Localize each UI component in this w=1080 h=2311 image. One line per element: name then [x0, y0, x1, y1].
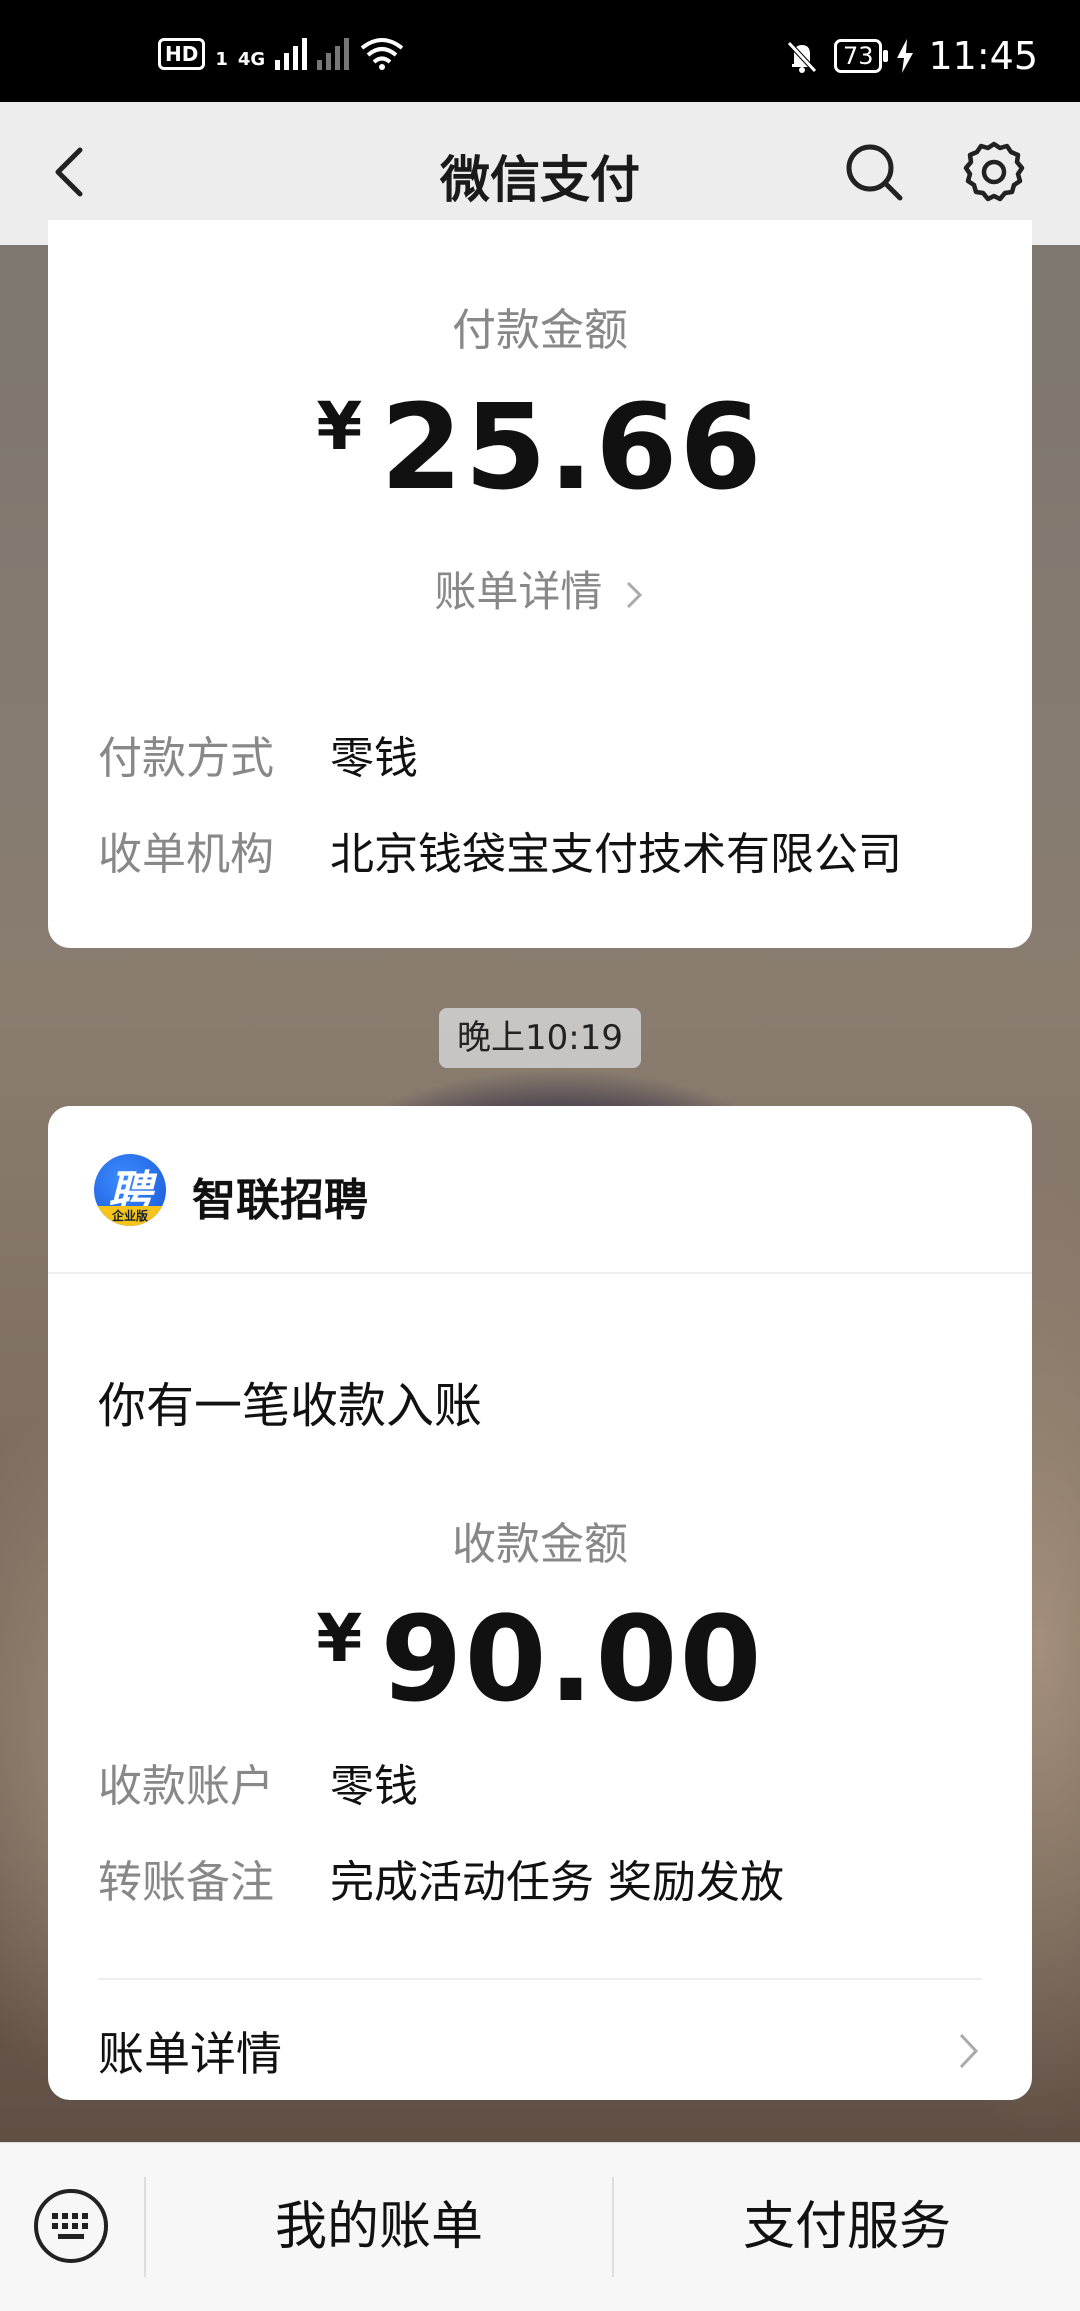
message-timestamp: 晚上10:19 — [439, 1008, 641, 1068]
settings-button[interactable] — [960, 138, 1028, 206]
wifi-icon — [360, 38, 404, 70]
payment-services-button[interactable]: 支付服务 — [614, 2143, 1080, 2311]
transfer-note-value: 完成活动任务 奖励发放 — [330, 1857, 784, 1908]
currency-symbol: ¥ — [316, 1600, 363, 1677]
currency-symbol: ¥ — [316, 388, 363, 465]
status-left: HD 1 4G — [158, 36, 405, 70]
app-name: 智联招聘 — [192, 1175, 368, 1226]
bill-detail-label: 账单详情 — [98, 2027, 282, 2081]
page-title: 微信支付 — [440, 151, 640, 209]
transfer-note-key: 转账备注 — [98, 1857, 274, 1908]
my-bills-button[interactable]: 我的账单 — [146, 2143, 612, 2311]
acquirer-key: 收单机构 — [98, 829, 274, 880]
logo-band: 企业版 — [94, 1206, 166, 1226]
income-amount: ¥90.00 — [48, 1590, 1032, 1728]
bottom-bar: 我的账单 支付服务 — [0, 2142, 1080, 2311]
chevron-right-icon — [626, 581, 642, 608]
payment-amount: ¥25.66 — [48, 378, 1032, 516]
payment-method-row: 付款方式 零钱 — [98, 722, 418, 786]
battery-indicator: 73 — [833, 39, 888, 73]
sim-index: 1 — [215, 49, 228, 70]
income-notice: 你有一笔收款入账 — [98, 1378, 483, 1434]
signal-icon — [275, 36, 308, 70]
receiving-account-value: 零钱 — [330, 1761, 418, 1812]
acquirer-value: 北京钱袋宝支付技术有限公司 — [330, 829, 902, 880]
payment-detail-label: 账单详情 — [434, 567, 603, 616]
receiving-account-key: 收款账户 — [98, 1761, 274, 1812]
chevron-right-icon — [959, 2033, 979, 2069]
mute-bell-icon — [787, 41, 817, 73]
receiving-account-row: 收款账户 零钱 — [98, 1750, 418, 1814]
charging-icon — [897, 39, 914, 73]
income-amount-value: 90.00 — [380, 1590, 764, 1728]
payment-detail-link[interactable]: 账单详情 — [48, 558, 1032, 619]
app-header[interactable]: 聘 企业版 智联招聘 — [48, 1106, 1032, 1274]
network-type: 4G — [237, 49, 266, 70]
keyboard-button[interactable] — [32, 2187, 110, 2265]
income-amount-label: 收款金额 — [452, 1519, 628, 1570]
payment-amount-value: 25.66 — [380, 378, 764, 516]
payment-method-value: 零钱 — [330, 733, 418, 784]
payment-amount-label: 付款金额 — [452, 305, 628, 356]
payment-method-key: 付款方式 — [98, 733, 274, 784]
income-card[interactable]: 聘 企业版 智联招聘 你有一笔收款入账 收款金额 ¥90.00 收款账户 零钱 … — [48, 1106, 1032, 2100]
zhaopin-logo: 聘 企业版 — [94, 1154, 166, 1226]
clock: 11:45 — [928, 34, 1038, 78]
signal-2-icon — [317, 36, 350, 70]
status-right: 73 11:45 — [784, 34, 1038, 78]
hd-badge: HD — [158, 38, 206, 70]
transfer-note-row: 转账备注 完成活动任务 奖励发放 — [98, 1846, 784, 1910]
search-button[interactable] — [842, 140, 906, 204]
acquirer-row: 收单机构 北京钱袋宝支付技术有限公司 — [98, 818, 902, 882]
bill-detail-row[interactable]: 账单详情 — [98, 2006, 982, 2096]
divider — [98, 1978, 982, 1980]
payment-card: 付款金额 ¥25.66 账单详情 付款方式 零钱 收单机构 北京钱袋宝支付技术有… — [48, 220, 1032, 948]
status-bar: HD 1 4G 73 11:45 — [0, 0, 1080, 102]
